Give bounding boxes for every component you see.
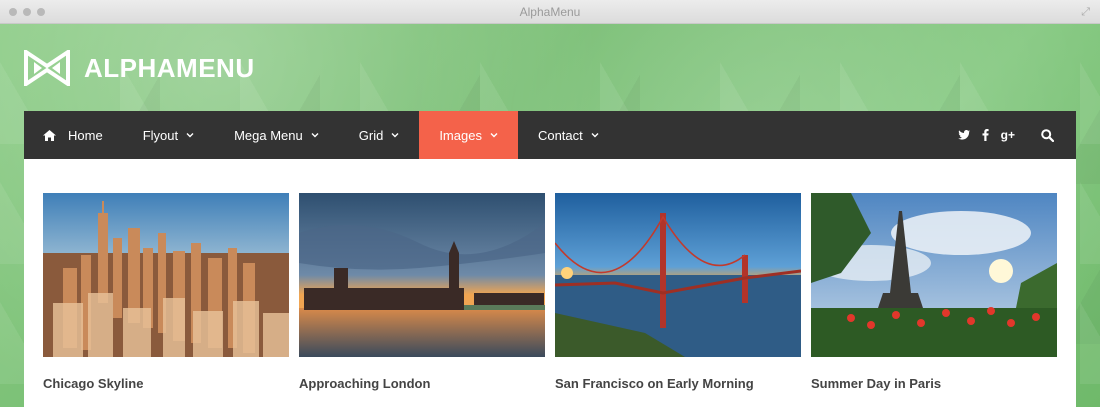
nav-item-flyout[interactable]: Flyout <box>123 111 214 159</box>
nav-item-label: Home <box>68 127 103 143</box>
images-panel: Chicago Skyline Approaching London San F… <box>24 159 1076 407</box>
search-icon[interactable] <box>1041 128 1054 142</box>
page-background: ALPHAMENU Home Flyout Mega Menu Grid Ima… <box>0 24 1100 407</box>
nav-item-mega-menu[interactable]: Mega Menu <box>214 111 339 159</box>
facebook-icon[interactable] <box>982 129 989 141</box>
chevron-down-icon <box>311 133 319 138</box>
chevron-down-icon <box>591 133 599 138</box>
nav-item-images[interactable]: Images <box>419 111 518 159</box>
nav-item-home[interactable]: Home <box>24 111 123 159</box>
window-title: AlphaMenu <box>519 5 581 19</box>
gallery-card: Summer Day in Paris <box>811 193 1057 391</box>
gallery-title[interactable]: Approaching London <box>299 376 545 391</box>
nav-utilities: g+ <box>957 111 1076 159</box>
gallery-title[interactable]: San Francisco on Early Morning <box>555 376 801 391</box>
home-icon <box>43 129 56 141</box>
brand-logo[interactable]: ALPHAMENU <box>24 50 255 86</box>
chevron-down-icon <box>186 133 194 138</box>
nav-item-grid[interactable]: Grid <box>339 111 420 159</box>
gallery-card: Chicago Skyline <box>43 193 289 391</box>
window-titlebar: AlphaMenu ⤢ <box>0 0 1100 24</box>
nav-item-label: Grid <box>358 127 384 143</box>
chevron-down-icon <box>391 133 399 138</box>
fullscreen-icon[interactable]: ⤢ <box>1081 6 1090 19</box>
gallery-card: San Francisco on Early Morning <box>555 193 801 391</box>
nav-item-label: Images <box>439 127 482 143</box>
nav-item-label: Contact <box>537 127 583 143</box>
gallery-title[interactable]: Chicago Skyline <box>43 376 289 391</box>
twitter-icon[interactable] <box>957 130 970 140</box>
nav-item-label: Mega Menu <box>234 127 303 143</box>
gallery-title[interactable]: Summer Day in Paris <box>811 376 1057 391</box>
gallery-image-london[interactable] <box>299 193 545 357</box>
logo-icon <box>24 50 70 86</box>
gallery-image-chicago[interactable] <box>43 193 289 357</box>
brand-name: ALPHAMENU <box>84 52 255 83</box>
chevron-down-icon <box>490 133 498 138</box>
gallery-image-paris[interactable] <box>811 193 1057 357</box>
gallery-card: Approaching London <box>299 193 545 391</box>
google-plus-icon[interactable]: g+ <box>1001 128 1015 142</box>
gallery-image-san-francisco[interactable] <box>555 193 801 357</box>
main-nav: Home Flyout Mega Menu Grid Images Contac… <box>24 111 1076 159</box>
nav-item-contact[interactable]: Contact <box>518 111 619 159</box>
nav-item-label: Flyout <box>142 127 179 143</box>
